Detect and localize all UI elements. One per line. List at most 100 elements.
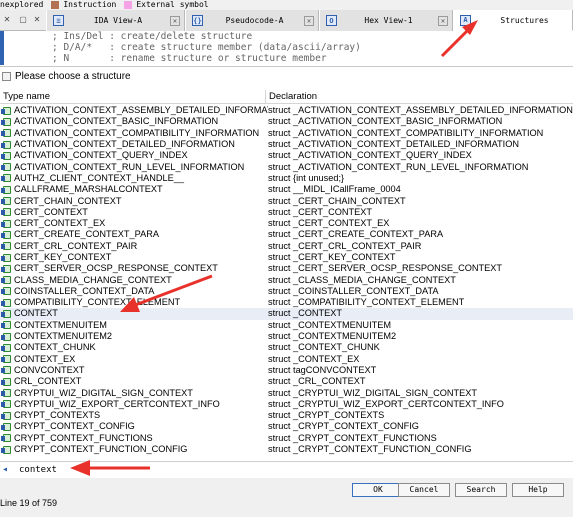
table-row[interactable]: CLASS_MEDIA_CHANGE_CONTEXT struct _CLASS_…: [0, 274, 573, 285]
declaration-cell: struct _CRYPTUI_WIZ_DIGITAL_SIGN_CONTEXT: [268, 387, 477, 398]
tab-label: IDA View-A: [93, 16, 143, 25]
close-icon[interactable]: ✕: [304, 15, 314, 26]
type-name-cell: CONTEXT_CHUNK: [14, 342, 96, 353]
ok-button[interactable]: OK: [352, 483, 404, 497]
structure-icon: [1, 140, 14, 150]
table-row[interactable]: CERT_CONTEXT_EX struct _CERT_CONTEXT_EX: [0, 218, 573, 229]
table-row[interactable]: CRYPT_CONTEXT_FUNCTIONS struct _CRYPT_CON…: [0, 433, 573, 444]
declaration-cell: struct _CLASS_MEDIA_CHANGE_CONTEXT: [268, 274, 456, 285]
pseudocode-icon: {}: [192, 15, 203, 26]
type-name-cell: CRYPT_CONTEXT_FUNCTIONS: [14, 432, 153, 443]
ida-view-icon: ≡: [53, 15, 64, 26]
type-name-cell: CRYPT_CONTEXTS: [14, 410, 101, 421]
table-row[interactable]: CONTEXT struct _CONTEXT: [0, 308, 573, 320]
type-name-cell: CONTEXT: [14, 308, 58, 319]
structure-icon: [1, 196, 14, 206]
table-row[interactable]: ACTIVATION_CONTEXT_QUERY_INDEX struct _AC…: [0, 150, 573, 161]
table-row[interactable]: CERT_SERVER_OCSP_RESPONSE_CONTEXT struct …: [0, 263, 573, 274]
column-header-type-name[interactable]: Type name: [0, 90, 266, 103]
column-header-declaration[interactable]: Declaration: [266, 91, 317, 102]
declaration-cell: struct _CRYPT_CONTEXT_FUNCTIONS: [268, 432, 437, 443]
declaration-cell: struct _ACTIVATION_CONTEXT_DETAILED_INFO…: [268, 139, 519, 150]
close-icon[interactable]: ✕: [170, 15, 180, 26]
type-name-cell: ACTIVATION_CONTEXT_COMPATIBILITY_INFORMA…: [14, 127, 260, 138]
comment-line: ; Ins/Del : create/delete structure: [52, 31, 253, 42]
declaration-cell: struct _CERT_CHAIN_CONTEXT: [268, 195, 406, 206]
declaration-cell: struct _CRYPT_CONTEXT_CONFIG: [268, 421, 419, 432]
structure-icon: [1, 365, 14, 375]
table-row[interactable]: COMPATIBILITY_CONTEXT_ELEMENT struct _COM…: [0, 297, 573, 308]
type-name-cell: CONVCONTEXT: [14, 364, 85, 375]
table-row[interactable]: CERT_CONTEXT struct _CERT_CONTEXT: [0, 207, 573, 218]
type-name-cell: CERT_SERVER_OCSP_RESPONSE_CONTEXT: [14, 263, 218, 274]
structure-icon: [1, 128, 14, 138]
table-row[interactable]: CRYPTUI_WIZ_DIGITAL_SIGN_CONTEXT struct _…: [0, 387, 573, 398]
type-name-cell: CONTEXT_EX: [14, 353, 76, 364]
structure-icon: [1, 106, 14, 116]
structure-icon: [1, 151, 14, 161]
table-row[interactable]: CRYPT_CONTEXT_FUNCTION_CONFIG struct _CRY…: [0, 444, 573, 455]
help-button[interactable]: Help: [512, 483, 564, 497]
declaration-cell: struct _ACTIVATION_CONTEXT_COMPATIBILITY…: [268, 127, 544, 138]
structure-icon: [1, 298, 14, 308]
structure-icon: [1, 388, 14, 398]
tab-ida-view[interactable]: ≡ IDA View-A ✕: [46, 10, 185, 31]
structure-icon: [1, 309, 14, 319]
declaration-cell: struct _ACTIVATION_CONTEXT_QUERY_INDEX: [268, 150, 472, 161]
table-row[interactable]: CONTEXTMENUITEM struct _CONTEXTMENUITEM: [0, 320, 573, 331]
structure-icon: [1, 219, 14, 229]
table-row[interactable]: CERT_CHAIN_CONTEXT struct _CERT_CHAIN_CON…: [0, 195, 573, 206]
table-row[interactable]: COINSTALLER_CONTEXT_DATA struct _COINSTAL…: [0, 286, 573, 297]
table-row[interactable]: ACTIVATION_CONTEXT_DETAILED_INFORMATION s…: [0, 139, 573, 150]
declaration-cell: struct _ACTIVATION_CONTEXT_RUN_LEVEL_INF…: [268, 161, 529, 172]
type-name-cell: AUTHZ_CLIENT_CONTEXT_HANDLE__: [14, 172, 185, 183]
table-row[interactable]: CONTEXT_CHUNK struct _CONTEXT_CHUNK: [0, 342, 573, 353]
table-row[interactable]: CRYPTUI_WIZ_EXPORT_CERTCONTEXT_INFO struc…: [0, 399, 573, 410]
table-row[interactable]: ACTIVATION_CONTEXT_BASIC_INFORMATION stru…: [0, 116, 573, 127]
search-input[interactable]: context: [19, 465, 57, 475]
structure-list[interactable]: ACTIVATION_CONTEXT_ASSEMBLY_DETAILED_INF…: [0, 105, 573, 461]
tab-structures[interactable]: A Structures: [453, 10, 573, 31]
table-row[interactable]: CERT_CRL_CONTEXT_PAIR struct _CERT_CRL_CO…: [0, 241, 573, 252]
type-name-cell: CONTEXTMENUITEM2: [14, 331, 113, 342]
table-row[interactable]: ACTIVATION_CONTEXT_COMPATIBILITY_INFORMA…: [0, 128, 573, 139]
close-icon[interactable]: ▢: [18, 15, 28, 25]
structure-icon: [1, 117, 14, 127]
declaration-cell: struct _CONTEXT_CHUNK: [268, 342, 380, 353]
table-row[interactable]: ACTIVATION_CONTEXT_RUN_LEVEL_INFORMATION…: [0, 161, 573, 172]
close-icon[interactable]: ✕: [2, 15, 12, 25]
structure-icon: [1, 286, 14, 296]
declaration-cell: struct _CERT_CONTEXT_EX: [268, 218, 390, 229]
dialog-button-bar: OK Cancel Search Help Line 19 of 759: [0, 478, 573, 517]
legend-label: nexplored: [0, 0, 44, 9]
table-row[interactable]: ACTIVATION_CONTEXT_ASSEMBLY_DETAILED_INF…: [0, 105, 573, 116]
comment-line: ; N : rename structure or structure memb…: [52, 53, 327, 64]
table-row[interactable]: CERT_KEY_CONTEXT struct _CERT_KEY_CONTEXT: [0, 252, 573, 263]
table-row[interactable]: CRYPT_CONTEXTS struct _CRYPT_CONTEXTS: [0, 410, 573, 421]
tab-hex-view[interactable]: O Hex View-1 ✕: [319, 10, 453, 31]
search-button[interactable]: Search: [455, 483, 507, 497]
search-bar: ◂ context: [0, 461, 573, 477]
table-row[interactable]: AUTHZ_CLIENT_CONTEXT_HANDLE__ struct {int…: [0, 173, 573, 184]
table-row[interactable]: CRL_CONTEXT struct _CRL_CONTEXT: [0, 376, 573, 387]
status-line: Line 19 of 759: [0, 498, 58, 508]
table-row[interactable]: CALLFRAME_MARSHALCONTEXT struct __MIDL_IC…: [0, 184, 573, 195]
close-icon[interactable]: ✕: [438, 15, 448, 26]
cancel-button[interactable]: Cancel: [398, 483, 450, 497]
table-row[interactable]: CRYPT_CONTEXT_CONFIG struct _CRYPT_CONTEX…: [0, 421, 573, 432]
tab-pseudocode[interactable]: {} Pseudocode-A ✕: [185, 10, 319, 31]
table-row[interactable]: CERT_CREATE_CONTEXT_PARA struct _CERT_CRE…: [0, 229, 573, 240]
type-name-cell: CONTEXTMENUITEM: [14, 319, 107, 330]
structure-icon: [1, 399, 14, 409]
table-row[interactable]: CONVCONTEXT struct tagCONVCONTEXT: [0, 365, 573, 376]
type-name-cell: CRYPTUI_WIZ_DIGITAL_SIGN_CONTEXT: [14, 387, 193, 398]
table-row[interactable]: CONTEXT_EX struct _CONTEXT_EX: [0, 354, 573, 365]
close-icon[interactable]: ✕: [32, 15, 42, 25]
structure-icon: [1, 445, 14, 455]
type-name-cell: ACTIVATION_CONTEXT_QUERY_INDEX: [14, 150, 188, 161]
declaration-cell: struct _CERT_CONTEXT: [268, 206, 372, 217]
structure-icon: [1, 343, 14, 353]
table-row[interactable]: CONTEXTMENUITEM2 struct _CONTEXTMENUITEM2: [0, 331, 573, 342]
declaration-cell: struct tagCONVCONTEXT: [268, 364, 377, 375]
type-name-cell: CALLFRAME_MARSHALCONTEXT: [14, 184, 163, 195]
